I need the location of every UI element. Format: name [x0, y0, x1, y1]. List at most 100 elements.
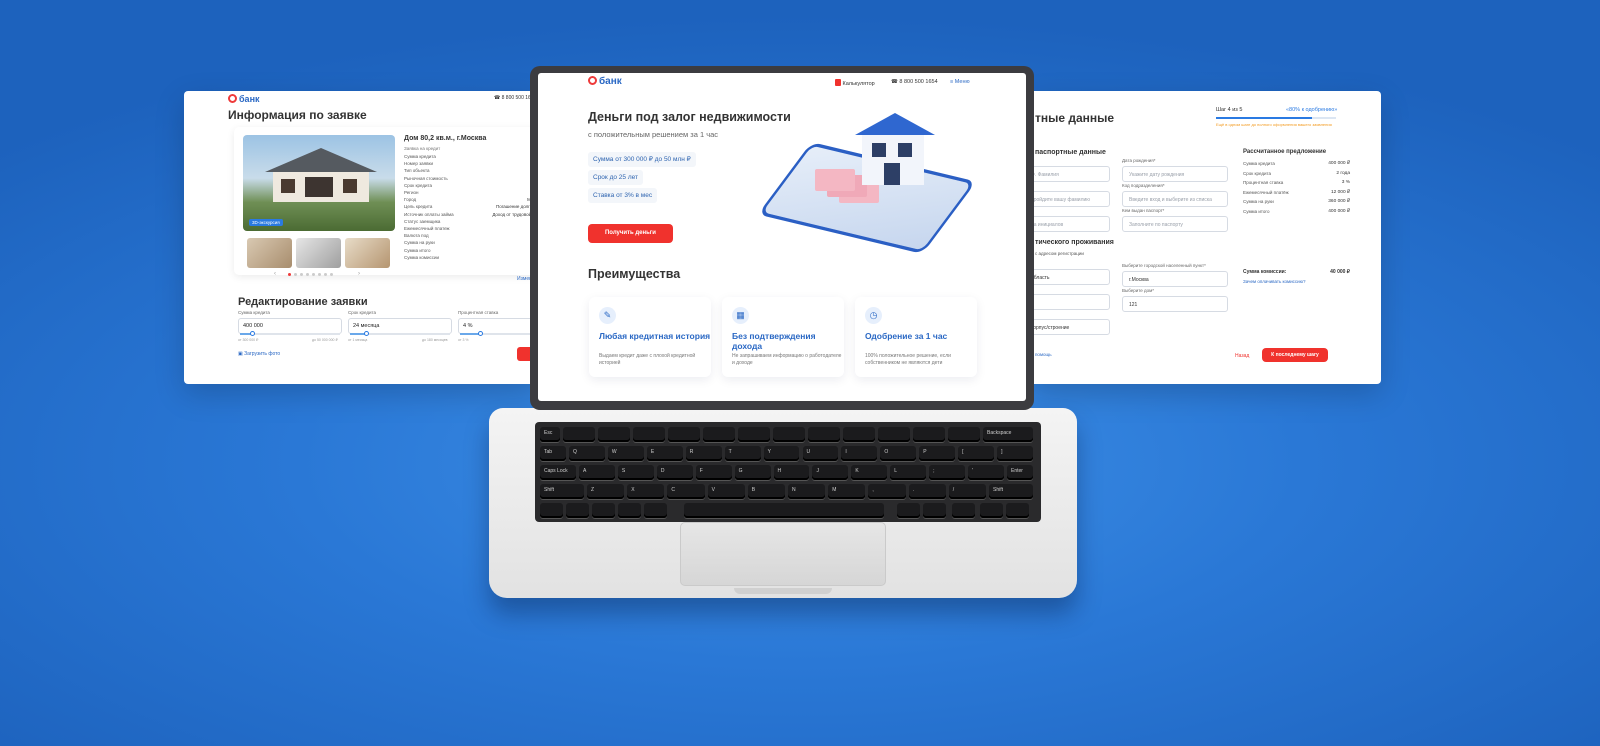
thumb[interactable] [345, 238, 390, 268]
key[interactable]: ' [968, 465, 1004, 480]
key[interactable]: . [908, 484, 946, 499]
passport-input[interactable]: Введите вход и выберите из списка [1122, 191, 1228, 207]
key[interactable] [897, 503, 920, 518]
key[interactable] [1006, 503, 1029, 518]
key[interactable]: G [734, 465, 771, 480]
center-phone[interactable]: ☎ 8 800 500 1654 [891, 79, 938, 85]
key[interactable]: U [802, 446, 839, 461]
key[interactable]: X [627, 484, 665, 499]
key[interactable]: , [868, 484, 906, 499]
center-logo[interactable]: банк [588, 76, 622, 87]
carousel-prev-icon[interactable]: ‹ [274, 271, 276, 277]
address-input[interactable] [1030, 294, 1110, 310]
key[interactable] [878, 427, 910, 442]
left-phone[interactable]: ☎ 8 800 500 16 [494, 95, 531, 101]
slider-track[interactable] [350, 331, 450, 336]
slider-track[interactable] [240, 331, 340, 336]
key[interactable] [540, 503, 563, 518]
key[interactable]: Z [587, 484, 625, 499]
key[interactable]: Shift [540, 484, 584, 499]
key[interactable] [703, 427, 735, 442]
property-photo[interactable]: 3D-экскурсия [243, 135, 395, 231]
key[interactable]: Enter [1007, 465, 1033, 480]
key[interactable]: Backspace [983, 427, 1033, 442]
key[interactable]: / [948, 484, 986, 499]
key[interactable] [644, 503, 667, 518]
slider-field[interactable]: 4 % [458, 318, 540, 334]
passport-input[interactable]: на инициалов [1030, 216, 1110, 232]
slider-handle[interactable] [364, 331, 369, 336]
key[interactable]: O [880, 446, 917, 461]
key[interactable] [566, 503, 589, 518]
key[interactable]: Tab [540, 446, 566, 461]
passport-input[interactable]: Заполните по паспорту [1122, 216, 1228, 232]
slider-handle[interactable] [250, 331, 255, 336]
key[interactable] [633, 427, 665, 442]
key[interactable]: F [695, 465, 732, 480]
spacebar[interactable] [684, 503, 884, 518]
key[interactable] [598, 427, 630, 442]
key[interactable]: R [685, 446, 722, 461]
key[interactable]: D [656, 465, 693, 480]
address-input[interactable]: корпус/строение [1030, 319, 1110, 335]
key[interactable]: N [788, 484, 826, 499]
key[interactable]: I [841, 446, 878, 461]
key[interactable] [808, 427, 840, 442]
key[interactable] [952, 503, 975, 518]
carousel-next-icon[interactable]: › [358, 271, 360, 277]
passport-input[interactable]: пройдите вашу фамилию [1030, 191, 1110, 207]
key[interactable]: H [773, 465, 810, 480]
help-link[interactable]: помощь [1035, 352, 1052, 357]
key[interactable]: ; [929, 465, 966, 480]
address-input[interactable]: область [1030, 269, 1110, 285]
passport-input[interactable]: Ф. Фамилия [1030, 166, 1110, 182]
trackpad[interactable] [680, 522, 886, 586]
next-step-button[interactable]: К последнему шагу [1262, 348, 1328, 362]
key[interactable] [618, 503, 641, 518]
key[interactable]: P [919, 446, 956, 461]
upload-link[interactable]: ▣ Загрузить фото [238, 351, 280, 357]
thumb[interactable] [296, 238, 341, 268]
key[interactable] [980, 503, 1003, 518]
key[interactable] [773, 427, 805, 442]
offer-link[interactable]: Зачем оплачивать комиссию? [1243, 279, 1306, 284]
thumb[interactable] [247, 238, 292, 268]
key[interactable] [738, 427, 770, 442]
key[interactable] [843, 427, 875, 442]
back-button[interactable]: Назад [1235, 353, 1249, 359]
key[interactable]: E [646, 446, 683, 461]
key[interactable]: K [851, 465, 888, 480]
key[interactable]: B [747, 484, 785, 499]
slider-track[interactable] [460, 331, 540, 336]
key[interactable]: ] [997, 446, 1033, 461]
key[interactable]: Caps Lock [540, 465, 576, 480]
key[interactable] [592, 503, 615, 518]
key[interactable]: Y [763, 446, 800, 461]
key[interactable]: C [667, 484, 705, 499]
key[interactable]: Esc [540, 427, 560, 442]
key[interactable] [913, 427, 945, 442]
photo-badge[interactable]: 3D-экскурсия [249, 219, 283, 226]
key[interactable]: V [707, 484, 745, 499]
key[interactable]: L [890, 465, 927, 480]
key[interactable]: Q [569, 446, 605, 461]
passport-input[interactable]: Укажите дату рождения [1122, 166, 1228, 182]
key[interactable]: W [607, 446, 644, 461]
key[interactable]: T [724, 446, 761, 461]
calc-link[interactable]: Калькулятор [835, 79, 875, 87]
left-logo[interactable]: банк [228, 94, 260, 104]
key[interactable]: Shift [989, 484, 1033, 499]
key[interactable]: [ [958, 446, 995, 461]
address-input[interactable]: г.Москва [1122, 271, 1228, 287]
key[interactable]: M [828, 484, 866, 499]
key[interactable] [668, 427, 700, 442]
key[interactable]: S [617, 465, 654, 480]
key[interactable] [948, 427, 980, 442]
menu-button[interactable]: ≡ Меню [950, 79, 970, 85]
slider-handle[interactable] [478, 331, 483, 336]
address-input[interactable]: 121 [1122, 296, 1228, 312]
cta-button[interactable]: Получить деньги [588, 224, 673, 243]
key[interactable] [923, 503, 946, 518]
key[interactable]: A [579, 465, 615, 480]
key[interactable]: J [812, 465, 849, 480]
